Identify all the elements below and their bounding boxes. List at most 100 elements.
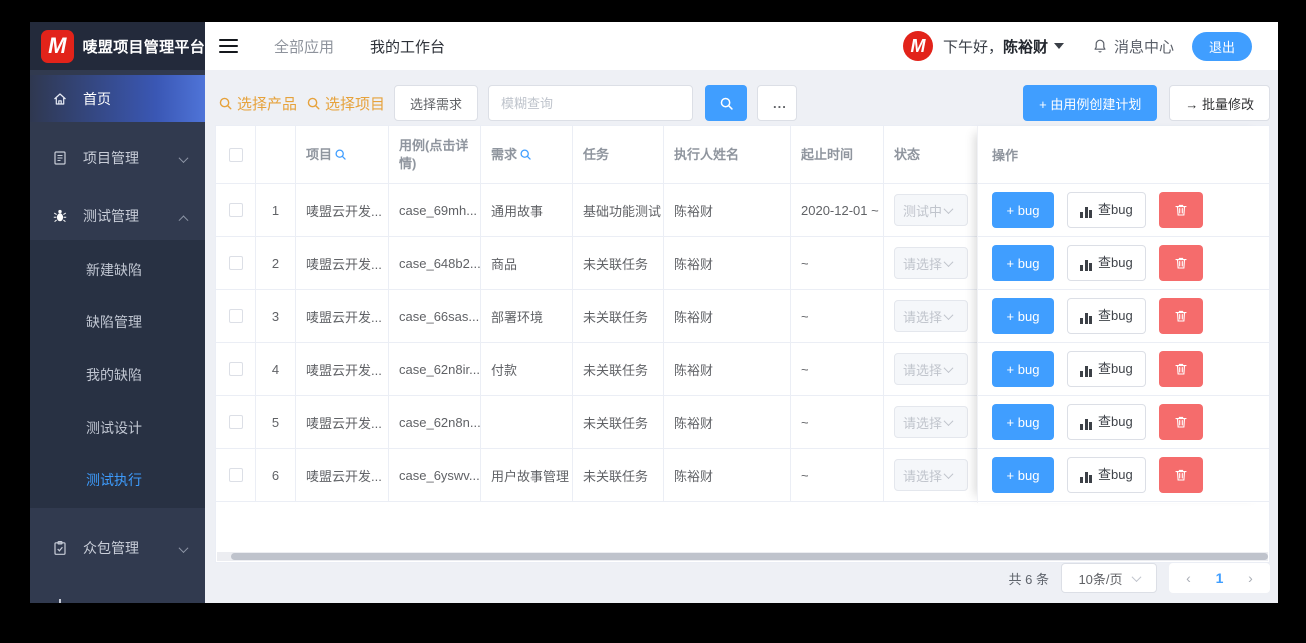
row-checkbox[interactable] xyxy=(228,309,243,323)
filter-toolbar: 选择产品 选择项目 选择需求 ... + 由用例创建计划 → 批量修改 xyxy=(205,85,1278,121)
header-label: 起止时间 xyxy=(801,146,854,162)
status-select[interactable]: 请选择 xyxy=(894,353,968,385)
delete-button[interactable] xyxy=(1158,351,1203,387)
sidebar-item-partial[interactable] xyxy=(30,582,205,603)
cell-time: ~ xyxy=(791,343,884,395)
row-checkbox[interactable] xyxy=(228,362,243,376)
view-bug-button[interactable]: 查bug xyxy=(1067,351,1146,387)
cell-index: 3 xyxy=(256,290,296,342)
view-bug-button[interactable]: 查bug xyxy=(1067,457,1146,493)
add-bug-button[interactable]: + bug xyxy=(992,245,1054,281)
search-icon xyxy=(219,97,232,109)
top-header: 全部应用 我的工作台 M 下午好，陈裕财 消息中心 退出 xyxy=(205,22,1278,70)
add-bug-button[interactable]: + bug xyxy=(992,192,1054,228)
chevron-down-icon xyxy=(178,150,189,166)
cell-index: 6 xyxy=(256,449,296,501)
delete-button[interactable] xyxy=(1158,404,1203,440)
nav-my-workbench[interactable]: 我的工作台 xyxy=(370,36,445,57)
delete-button[interactable] xyxy=(1158,192,1203,228)
select-project-label: 选择项目 xyxy=(325,95,386,113)
current-page[interactable]: 1 xyxy=(1204,570,1235,586)
logout-button[interactable]: 退出 xyxy=(1191,31,1252,61)
sidebar-subitem-test-execution[interactable]: 测试执行 xyxy=(30,460,205,500)
sidebar-item-label: 众包管理 xyxy=(83,540,139,556)
add-bug-button[interactable]: + bug xyxy=(992,351,1054,387)
requirement-search-icon[interactable] xyxy=(519,148,532,161)
subitem-label: 测试执行 xyxy=(86,472,142,488)
bar-chart-icon xyxy=(1080,419,1092,430)
next-page-button[interactable]: › xyxy=(1235,570,1266,586)
select-requirement-button[interactable]: 选择需求 xyxy=(394,85,479,121)
select-all-checkbox[interactable] xyxy=(228,147,243,162)
project-search-icon[interactable] xyxy=(334,148,347,161)
subitem-label: 缺陷管理 xyxy=(86,314,142,330)
subitem-label: 我的缺陷 xyxy=(86,367,142,383)
row-checkbox[interactable] xyxy=(228,468,243,482)
create-plan-from-case-button[interactable]: + 由用例创建计划 xyxy=(1023,85,1158,121)
view-bug-button[interactable]: 查bug xyxy=(1067,298,1146,334)
cell-project: 唛盟云开发... xyxy=(296,237,389,289)
status-select[interactable]: 请选择 xyxy=(894,406,968,438)
status-value: 请选择 xyxy=(903,309,943,325)
sidebar-item-project-mgmt[interactable]: 项目管理 xyxy=(30,136,205,180)
hamburger-menu-icon[interactable] xyxy=(219,38,238,54)
nav-all-apps[interactable]: 全部应用 xyxy=(274,36,334,57)
sidebar-subitem-my-defects[interactable]: 我的缺陷 xyxy=(30,355,205,395)
cell-task: 基础功能测试 xyxy=(573,184,664,236)
row-checkbox[interactable] xyxy=(228,415,243,429)
row-checkbox[interactable] xyxy=(228,203,243,217)
cell-project: 唛盟云开发... xyxy=(296,449,389,501)
cell-checkbox xyxy=(216,396,256,448)
chevron-down-icon xyxy=(943,362,954,373)
add-bug-button[interactable]: + bug xyxy=(992,457,1054,493)
sidebar-subitem-new-defect[interactable]: 新建缺陷 xyxy=(30,250,205,290)
trash-icon xyxy=(1175,363,1187,375)
status-select[interactable]: 请选择 xyxy=(894,300,968,332)
sidebar-item-crowdsource-mgmt[interactable]: 众包管理 xyxy=(30,526,205,570)
prev-page-button[interactable]: ‹ xyxy=(1173,570,1204,586)
sidebar-item-home[interactable]: 首页 xyxy=(30,75,205,122)
select-product-link[interactable]: 选择产品 xyxy=(218,93,297,114)
status-select[interactable]: 请选择 xyxy=(894,247,968,279)
view-bug-button[interactable]: 查bug xyxy=(1067,245,1146,281)
sidebar-subitem-test-design[interactable]: 测试设计 xyxy=(30,408,205,448)
operation-row: + bug 查bug xyxy=(978,396,1269,449)
sidebar-item-test-mgmt[interactable]: 测试管理 xyxy=(30,194,205,238)
view-bug-button[interactable]: 查bug xyxy=(1067,404,1146,440)
cell-case: case_69mh... xyxy=(389,184,481,236)
sidebar-subitem-defect-mgmt[interactable]: 缺陷管理 xyxy=(30,302,205,342)
delete-button[interactable] xyxy=(1158,245,1203,281)
add-bug-button[interactable]: + bug xyxy=(992,298,1054,334)
pager: ‹ 1 › xyxy=(1169,563,1270,593)
add-bug-button[interactable]: + bug xyxy=(992,404,1054,440)
bar-chart-icon xyxy=(1080,313,1092,324)
trash-icon xyxy=(1175,257,1187,269)
user-greeting[interactable]: 下午好，陈裕财 xyxy=(943,36,1048,57)
fuzzy-search-input[interactable] xyxy=(488,85,694,121)
status-select[interactable]: 请选择 xyxy=(894,459,968,491)
toolbar-actions: + 由用例创建计划 → 批量修改 xyxy=(1023,85,1278,121)
view-bug-button[interactable]: 查bug xyxy=(1067,192,1146,228)
row-checkbox[interactable] xyxy=(228,256,243,270)
screen: M 唛盟项目管理平台 首页 项目管理 测试管理 新建缺陷 缺陷管理 我的缺陷 测… xyxy=(0,0,1306,643)
more-filters-button[interactable]: ... xyxy=(757,85,798,121)
header-cell-executor: 执行人姓名 xyxy=(664,126,791,183)
page-size-select[interactable]: 10条/页 xyxy=(1061,563,1157,593)
batch-edit-button[interactable]: → 批量修改 xyxy=(1169,85,1270,121)
bell-icon[interactable] xyxy=(1092,38,1108,54)
delete-button[interactable] xyxy=(1158,298,1203,334)
trash-icon xyxy=(1175,416,1187,428)
status-select[interactable]: 测试中 xyxy=(894,194,968,226)
app-title: 唛盟项目管理平台 xyxy=(82,38,205,56)
select-project-link[interactable]: 选择项目 xyxy=(306,93,385,114)
select-product-label: 选择产品 xyxy=(237,95,298,113)
avatar[interactable]: M xyxy=(902,31,933,61)
delete-button[interactable] xyxy=(1158,457,1203,493)
cell-requirement: 商品 xyxy=(481,237,573,289)
header-right: M 下午好，陈裕财 消息中心 退出 xyxy=(902,31,1252,61)
user-dropdown-caret-icon[interactable] xyxy=(1053,43,1064,49)
horizontal-scrollbar-thumb[interactable] xyxy=(231,553,1268,560)
message-center-link[interactable]: 消息中心 xyxy=(1114,36,1174,57)
operation-row: + bug 查bug xyxy=(978,449,1269,502)
search-button[interactable] xyxy=(705,85,748,121)
